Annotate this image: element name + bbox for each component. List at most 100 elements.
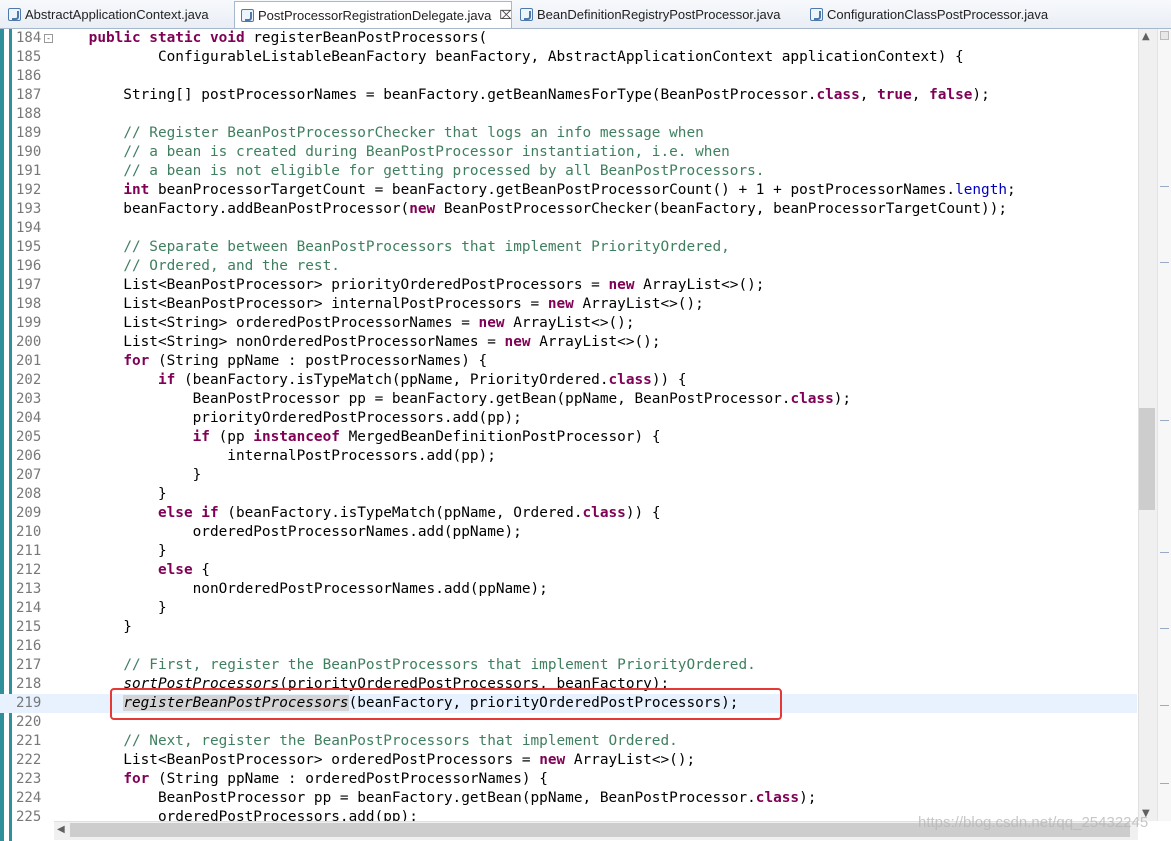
tab-post-processor-registration-delegate[interactable]: PostProcessorRegistrationDelegate.java ⌧ [234,1,512,28]
line-number: 205 [16,429,42,445]
tab-configuration-class-post-processor[interactable]: ConfigurationClassPostProcessor.java [804,2,1068,27]
line-number: 198 [16,296,42,312]
code-line[interactable]: 187 String[] postProcessorNames = beanFa… [0,86,1137,105]
overview-mark[interactable] [1160,705,1169,706]
line-number: 203 [16,391,42,407]
code-token: public static void [88,30,245,46]
code-line[interactable]: 213 nonOrderedPostProcessorNames.add(ppN… [0,580,1137,599]
code-line[interactable]: 188 [0,105,1137,124]
overview-mark[interactable] [1160,186,1169,187]
code-token: (beanFactory.isTypeMatch(ppName, Priorit… [175,372,609,388]
code-line[interactable]: 202 if (beanFactory.isTypeMatch(ppName, … [0,371,1137,390]
line-number: 189 [16,125,42,141]
code-text: String[] postProcessorNames = beanFactor… [54,86,989,105]
code-line[interactable]: 197 List<BeanPostProcessor> priorityOrde… [0,276,1137,295]
code-token: List<BeanPostProcessor> priorityOrderedP… [54,277,609,293]
code-line[interactable]: 215 } [0,618,1137,637]
code-text: // First, register the BeanPostProcessor… [54,656,755,675]
code-line[interactable]: 209 else if (beanFactory.isTypeMatch(ppN… [0,504,1137,523]
code-line[interactable]: 216 [0,637,1137,656]
line-number: 195 [16,239,42,255]
code-line[interactable]: 192 int beanProcessorTargetCount = beanF… [0,181,1137,200]
code-text: } [54,618,132,637]
close-tab-icon[interactable]: ⌧ [499,8,511,22]
code-token: )) { [625,505,661,521]
scroll-left-icon[interactable]: ◀ [57,824,65,835]
code-token: ArrayList<>(); [573,296,704,312]
code-line[interactable]: 206 internalPostProcessors.add(pp); [0,447,1137,466]
overview-mark[interactable] [1160,420,1169,421]
code-line[interactable]: 186 [0,67,1137,86]
line-number: 210 [16,524,42,540]
line-number: 207 [16,467,42,483]
line-number: 220 [16,714,42,730]
code-token: List<BeanPostProcessor> internalPostProc… [54,296,548,312]
code-line[interactable]: 222 List<BeanPostProcessor> orderedPostP… [0,751,1137,770]
tab-label: AbstractApplicationContext.java [25,7,209,22]
code-line[interactable]: 217 // First, register the BeanPostProce… [0,656,1137,675]
code-line[interactable]: 221 // Next, register the BeanPostProces… [0,732,1137,751]
code-line[interactable]: 224 BeanPostProcessor pp = beanFactory.g… [0,789,1137,808]
line-number: 225 [16,809,42,825]
code-text: } [54,485,167,504]
line-number: 200 [16,334,42,350]
code-token: { [192,562,210,578]
code-line[interactable]: 196 // Ordered, and the rest. [0,257,1137,276]
code-line[interactable]: 198 List<BeanPostProcessor> internalPost… [0,295,1137,314]
code-token: MergedBeanDefinitionPostProcessor) { [339,429,661,445]
code-line[interactable]: 208 } [0,485,1137,504]
code-token: BeanPostProcessor pp = beanFactory.getBe… [54,391,791,407]
code-line[interactable]: 184- public static void registerBeanPost… [0,29,1137,48]
code-line[interactable]: 210 orderedPostProcessorNames.add(ppName… [0,523,1137,542]
code-text: int beanProcessorTargetCount = beanFacto… [54,181,1015,200]
code-line[interactable]: 195 // Separate between BeanPostProcesso… [0,238,1137,257]
code-token: class [755,790,800,806]
fold-toggle-icon[interactable]: - [44,34,53,43]
code-line[interactable]: 207 } [0,466,1137,485]
code-line[interactable]: 194 [0,219,1137,238]
code-line[interactable]: 193 beanFactory.addBeanPostProcessor(new… [0,200,1137,219]
code-line[interactable]: 200 List<String> nonOrderedPostProcessor… [0,333,1137,352]
line-number: 214 [16,600,42,616]
overview-status-icon [1160,31,1169,40]
tab-abstract-application-context[interactable]: AbstractApplicationContext.java [2,2,232,27]
code-text: orderedPostProcessorNames.add(ppName); [54,523,522,542]
code-line[interactable]: 191 // a bean is not eligible for gettin… [0,162,1137,181]
overview-mark[interactable] [1160,783,1169,784]
code-token: for [123,353,150,369]
code-line[interactable]: 199 List<String> orderedPostProcessorNam… [0,314,1137,333]
code-line[interactable]: 205 if (pp instanceof MergedBeanDefiniti… [0,428,1137,447]
code-line[interactable]: 212 else { [0,561,1137,580]
line-number: 216 [16,638,42,654]
code-text: List<BeanPostProcessor> orderedPostProce… [54,751,695,770]
code-line[interactable]: 189 // Register BeanPostProcessorChecker… [0,124,1137,143]
code-text: if (beanFactory.isTypeMatch(ppName, Prio… [54,371,687,390]
tab-bean-definition-registry-post-processor[interactable]: BeanDefinitionRegistryPostProcessor.java [514,2,798,27]
code-line[interactable]: 223 for (String ppName : orderedPostProc… [0,770,1137,789]
code-token: // Separate between BeanPostProcessors t… [123,239,730,255]
code-text: List<BeanPostProcessor> internalPostProc… [54,295,704,314]
code-line[interactable]: 190 // a bean is created during BeanPost… [0,143,1137,162]
code-line[interactable]: 201 for (String ppName : postProcessorNa… [0,352,1137,371]
code-line[interactable]: 214 } [0,599,1137,618]
code-token: } [54,543,167,559]
code-token: List<BeanPostProcessor> orderedPostProce… [54,752,540,768]
code-text: BeanPostProcessor pp = beanFactory.getBe… [54,789,816,808]
code-line[interactable]: 185 ConfigurableListableBeanFactory bean… [0,48,1137,67]
overview-ruler[interactable] [1157,29,1171,821]
code-text: // Ordered, and the rest. [54,257,340,276]
scroll-up-icon[interactable]: ▲ [1142,31,1150,42]
code-line[interactable]: 203 BeanPostProcessor pp = beanFactory.g… [0,390,1137,409]
code-token: , [859,87,878,103]
overview-mark[interactable] [1160,628,1169,629]
overview-mark[interactable] [1160,552,1169,553]
overview-mark[interactable] [1160,262,1169,263]
vertical-scroll-thumb[interactable] [1139,408,1155,510]
code-line[interactable]: 204 priorityOrderedPostProcessors.add(pp… [0,409,1137,428]
code-line[interactable]: 211 } [0,542,1137,561]
